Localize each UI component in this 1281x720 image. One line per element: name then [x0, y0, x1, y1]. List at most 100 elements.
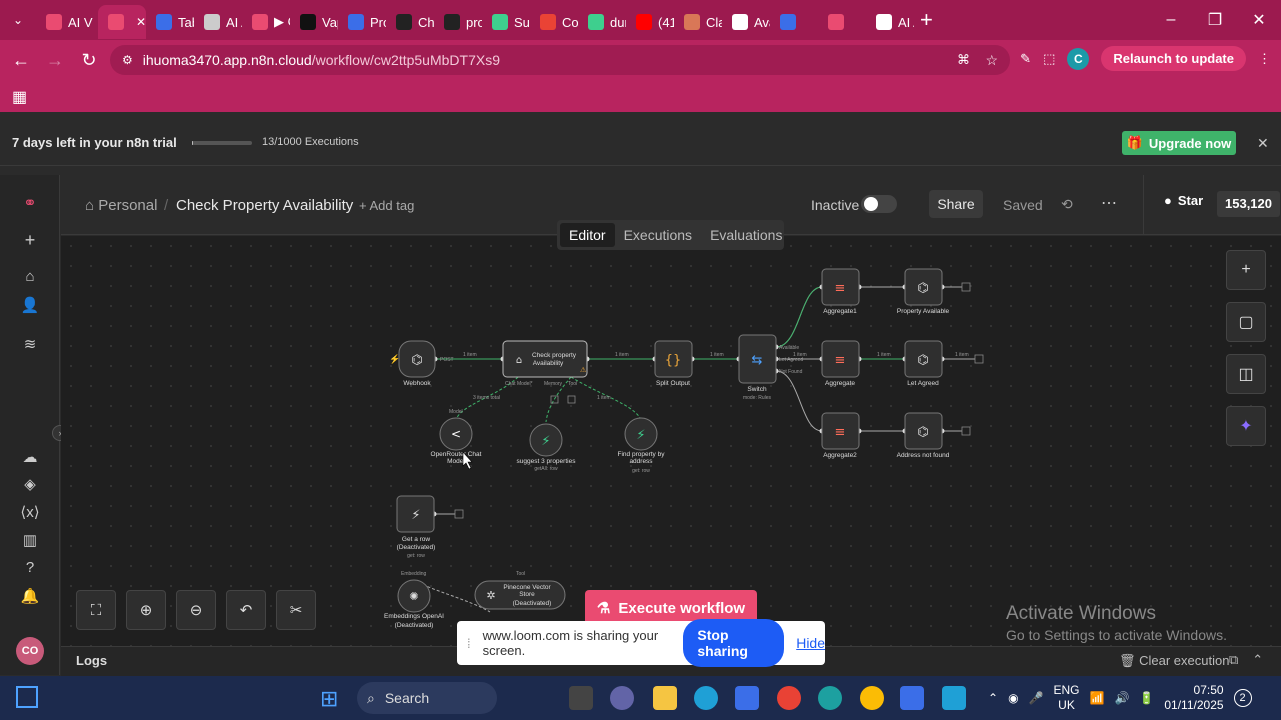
user-icon[interactable]: 👤 — [18, 296, 42, 314]
tab-editor[interactable]: Editor — [560, 223, 615, 247]
app-icon[interactable] — [818, 686, 842, 710]
browser-tab[interactable]: Tab — [146, 5, 194, 39]
extensions-icon[interactable]: ⬚ — [1043, 51, 1055, 67]
drag-handle-icon[interactable]: ⁞ — [467, 636, 471, 651]
browser-tab[interactable]: (41 — [626, 5, 674, 39]
upgrade-button[interactable]: 🎁 Upgrade now — [1122, 131, 1236, 155]
breadcrumb-project[interactable]: ⌂ Personal — [85, 197, 157, 214]
share-button[interactable]: Share — [929, 190, 983, 218]
edge-icon[interactable] — [694, 686, 718, 710]
undo-icon[interactable]: ↶ — [226, 590, 266, 630]
minimize-button[interactable]: – — [1149, 11, 1193, 29]
browser-tab[interactable]: ▶ C — [242, 5, 290, 39]
browser-tab[interactable]: Pro — [338, 5, 386, 39]
browser-tab[interactable]: Ava — [722, 5, 770, 39]
browser-tab[interactable]: AI V — [36, 5, 98, 39]
calculator-icon[interactable] — [900, 686, 924, 710]
tray-app-icon[interactable]: ◉ — [1008, 691, 1018, 705]
add-node-icon[interactable]: + — [1226, 250, 1266, 290]
maximize-button[interactable]: ❐ — [1193, 10, 1237, 30]
variables-icon[interactable]: ⟨x⟩ — [18, 503, 42, 521]
clock[interactable]: 07:50 01/11/2025 — [1164, 683, 1223, 713]
more-options-icon[interactable]: ⋯ — [1101, 193, 1117, 213]
close-tab-icon[interactable]: ✕ — [136, 15, 146, 29]
insights-icon[interactable]: ▥ — [18, 531, 42, 549]
app2-icon[interactable] — [942, 686, 966, 710]
hide-link[interactable]: Hide — [796, 635, 825, 651]
home-icon[interactable]: ⌂ — [18, 268, 42, 285]
browser-tab[interactable]: AI A — [194, 5, 242, 39]
help-icon[interactable]: ? — [18, 559, 42, 576]
browser-tab[interactable]: AI A — [866, 5, 914, 39]
layers-icon[interactable]: ≋ — [18, 335, 42, 353]
notifications-icon[interactable]: 🔔 — [18, 587, 42, 605]
widgets-icon[interactable] — [16, 686, 38, 708]
fit-view-icon[interactable]: ⛶ — [76, 590, 116, 630]
zoom-in-icon[interactable]: ⊕ — [126, 590, 166, 630]
cloud-icon[interactable]: ☁ — [18, 448, 42, 466]
profile-avatar[interactable]: C — [1067, 47, 1090, 70]
tab-evaluations[interactable]: Evaluations — [701, 223, 791, 247]
expand-logs-icon[interactable]: ⌃ — [1252, 652, 1263, 668]
apps-grid-icon[interactable]: ▦ — [12, 87, 27, 107]
pen-extension-icon[interactable]: ✎ — [1020, 51, 1031, 67]
browser-menu-icon[interactable]: ⋮ — [1258, 51, 1271, 67]
url-input[interactable]: ⚙ ihuoma3470.app.n8n.cloud/workflow/cw2t… — [110, 45, 1010, 75]
task-view-icon[interactable] — [569, 686, 593, 710]
browser-tab[interactable]: Ch — [386, 5, 434, 39]
tab-executions[interactable]: Executions — [615, 223, 701, 247]
templates-icon[interactable]: ◈ — [18, 475, 42, 493]
logs-label[interactable]: Logs — [76, 653, 107, 668]
new-tab-button[interactable]: + — [920, 7, 933, 33]
browser-tab[interactable]: pro — [434, 5, 482, 39]
taskbar-search[interactable]: ⌕ Search — [357, 682, 497, 714]
add-tag-button[interactable]: + Add tag — [359, 198, 414, 213]
reload-button[interactable]: ↻ — [72, 50, 106, 71]
battery-icon[interactable]: 🔋 — [1139, 691, 1154, 705]
activate-toggle[interactable] — [861, 195, 897, 213]
popout-icon[interactable]: ⧉ — [1229, 652, 1238, 668]
language-indicator[interactable]: ENG UK — [1054, 683, 1080, 713]
browser-tab[interactable]: Sup — [482, 5, 530, 39]
github-star-widget[interactable]: ● Star 153,120 — [1143, 175, 1281, 235]
bookmark-star-icon[interactable]: ☆ — [985, 52, 998, 69]
back-button[interactable]: ← — [4, 50, 38, 71]
add-icon[interactable]: + — [18, 230, 42, 251]
browser-tab[interactable]: Cla — [674, 5, 722, 39]
panel-toggle-icon[interactable]: ◫ — [1226, 354, 1266, 394]
password-key-icon[interactable]: ⌘ — [957, 52, 970, 68]
teams-icon[interactable] — [610, 686, 634, 710]
forward-button[interactable]: → — [38, 50, 72, 71]
notification-badge[interactable]: 2 — [1233, 689, 1252, 707]
volume-icon[interactable]: 🔊 — [1114, 691, 1129, 705]
browser-tab[interactable]: Vap — [290, 5, 338, 39]
browser-tab[interactable]: ✕ — [98, 5, 146, 39]
ai-assistant-icon[interactable]: ✦ — [1226, 406, 1266, 446]
tidy-up-icon[interactable]: ✂ — [276, 590, 316, 630]
chrome-icon[interactable] — [860, 686, 884, 710]
zoom-out-icon[interactable]: ⊖ — [176, 590, 216, 630]
user-avatar[interactable]: CO — [16, 637, 44, 665]
browser-tab[interactable]: Co — [530, 5, 578, 39]
stop-sharing-button[interactable]: Stop sharing — [683, 619, 785, 667]
sticky-note-icon[interactable]: ▢ — [1226, 302, 1266, 342]
n8n-logo-icon[interactable]: ⚭ — [18, 193, 42, 213]
start-icon[interactable]: ⊞ — [320, 686, 338, 712]
browser-tab[interactable] — [770, 5, 818, 39]
close-window-button[interactable]: ✕ — [1237, 10, 1281, 30]
mic-icon[interactable]: 🎤 — [1029, 691, 1044, 705]
store-icon[interactable] — [735, 686, 759, 710]
history-icon[interactable]: ⟲ — [1061, 196, 1073, 213]
site-info-icon[interactable]: ⚙ — [122, 53, 133, 67]
clear-execution-button[interactable]: 🗑 Clear execution — [1119, 653, 1229, 669]
workflow-title[interactable]: Check Property Availability — [176, 197, 353, 214]
browser-tab[interactable] — [818, 5, 866, 39]
wifi-icon[interactable]: 📶 — [1090, 691, 1105, 705]
tray-chevron-icon[interactable]: ⌃ — [988, 691, 998, 705]
chrome-alt-icon[interactable] — [777, 686, 801, 710]
browser-tab[interactable]: dur — [578, 5, 626, 39]
workflow-canvas[interactable]: ⚡ ⌬ ⌂ {} ⇆ ≡ ≡ ≡ ⌬ ⌬ ⌬ < ⚡ ⚡ ⚡ ✺ ✲ ⚠ POS… — [61, 236, 1281, 646]
relaunch-button[interactable]: Relaunch to update — [1101, 46, 1246, 71]
file-explorer-icon[interactable] — [653, 686, 677, 710]
close-banner-icon[interactable]: ✕ — [1257, 135, 1269, 152]
